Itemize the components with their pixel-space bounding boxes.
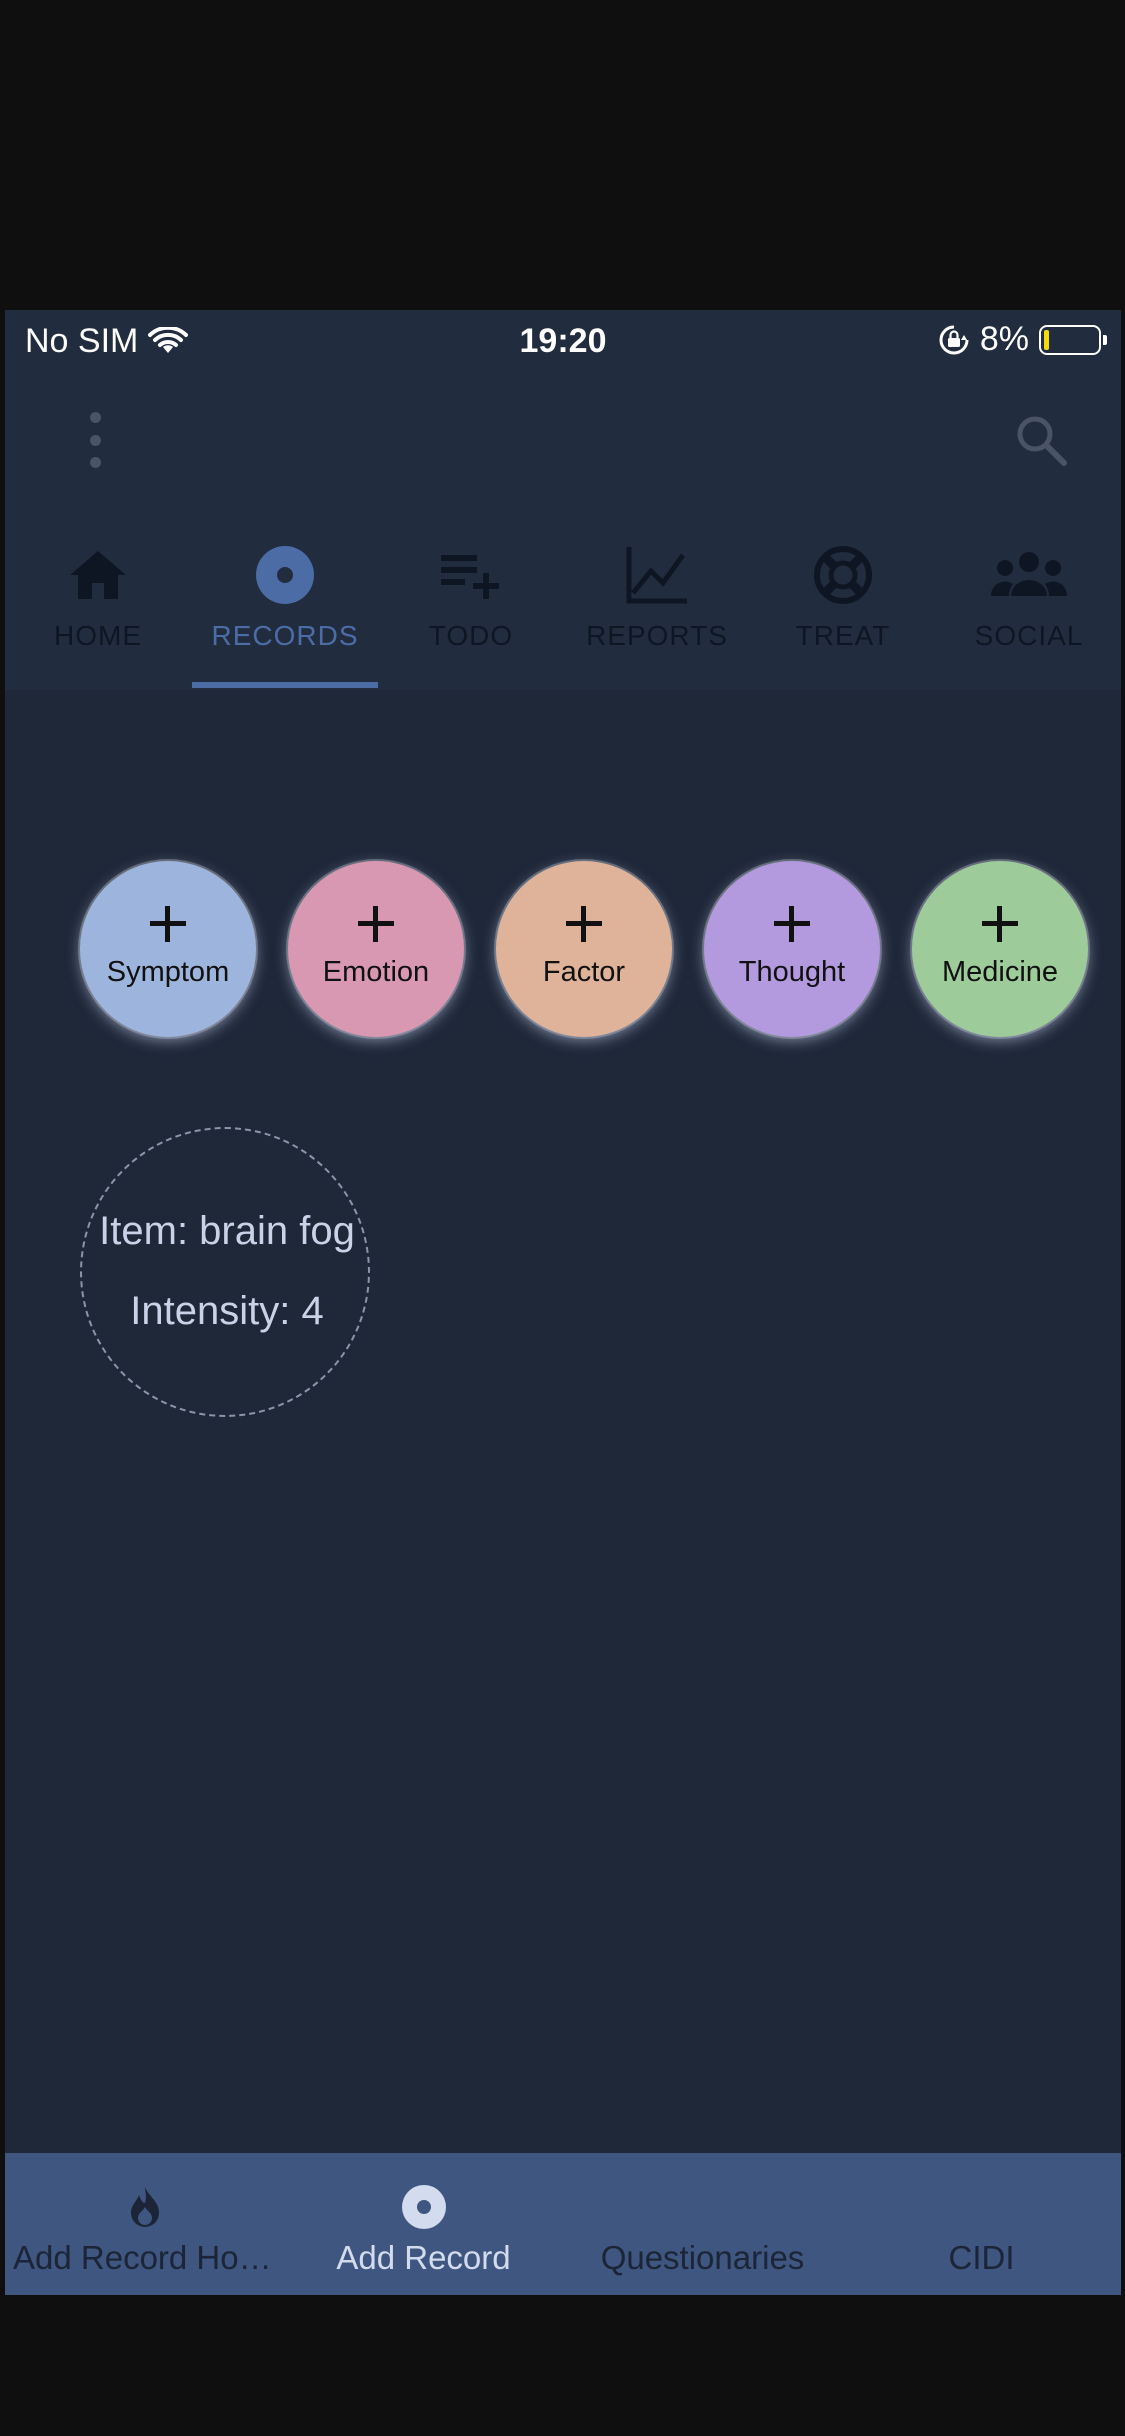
tab-label: REPORTS (586, 620, 728, 651)
record-bubble[interactable]: Item: brain fog Intensity: 4 (80, 1127, 370, 1417)
record-icon (401, 2185, 446, 2229)
bottom-nav-label: Questionaries (600, 2239, 805, 2276)
add-symptom-button[interactable]: Symptom (80, 861, 256, 1037)
search-icon[interactable] (1011, 410, 1071, 470)
bottom-nav-label: Add Record (336, 2239, 511, 2276)
fire-icon (130, 2187, 159, 2227)
tab-label: SOCIAL (974, 620, 1084, 651)
bottom-nav-cidi[interactable]: CIDI (842, 2153, 1121, 2295)
orientation-lock-icon (939, 325, 969, 354)
main-tab-bar: HOME RECORDS TODO REPORTS TREAT SOCIAL (5, 500, 1121, 690)
group-icon (991, 552, 1067, 596)
status-bar: No SIM 19:20 8% (5, 310, 1121, 380)
tab-treat[interactable]: TREAT (750, 500, 936, 690)
tab-social[interactable]: SOCIAL (936, 500, 1121, 690)
tab-records[interactable]: RECORDS (192, 500, 378, 690)
bottom-nav: Add Record Home Add Record Questionaries… (5, 2153, 1121, 2295)
add-medicine-label: Medicine (941, 956, 1059, 988)
add-factor-button[interactable]: Factor (496, 861, 672, 1037)
tab-todo[interactable]: TODO (378, 500, 564, 690)
add-emotion-button[interactable]: Emotion (288, 861, 464, 1037)
bottom-nav-add-record[interactable]: Add Record (284, 2153, 563, 2295)
tab-label: RECORDS (211, 620, 359, 651)
bottom-nav-questionaries[interactable]: Questionaries (563, 2153, 842, 2295)
records-icon (256, 546, 314, 604)
battery-percent: 8% (979, 320, 1029, 358)
app-screen: No SIM 19:20 8% HOME RECORDS TODO REPORT… (5, 310, 1121, 2295)
tab-label: TODO (428, 620, 514, 651)
add-emotion-label: Emotion (322, 956, 430, 988)
add-thought-button[interactable]: Thought (704, 861, 880, 1037)
plus-icon (150, 906, 186, 942)
plus-icon (566, 906, 602, 942)
plus-icon (982, 906, 1018, 942)
add-factor-label: Factor (542, 956, 626, 988)
tab-reports[interactable]: REPORTS (564, 500, 750, 690)
more-menu-icon[interactable] (83, 412, 107, 468)
tab-label: HOME (54, 620, 142, 651)
record-item: Item: brain fog (99, 1209, 355, 1253)
add-medicine-button[interactable]: Medicine (912, 861, 1088, 1037)
plus-icon (358, 906, 394, 942)
bottom-nav-label: Add Record Home (13, 2239, 284, 2276)
record-intensity: Intensity: 4 (130, 1289, 324, 1333)
bottom-nav-add-record-home[interactable]: Add Record Home (5, 2153, 284, 2295)
add-symptom-label: Symptom (106, 956, 230, 988)
app-bar (5, 380, 1121, 500)
tab-home[interactable]: HOME (5, 500, 191, 690)
plus-icon (774, 906, 810, 942)
home-icon (70, 551, 126, 599)
status-right-group: 8% (938, 320, 1107, 359)
lifebuoy-icon (814, 546, 872, 604)
playlist-add-icon (441, 555, 499, 599)
bottom-nav-label: CIDI (948, 2239, 1015, 2276)
tab-active-indicator (192, 682, 378, 688)
chart-line-icon (626, 547, 687, 604)
add-thought-label: Thought (738, 956, 846, 988)
tab-label: TREAT (795, 620, 891, 651)
battery-icon (1039, 324, 1107, 355)
